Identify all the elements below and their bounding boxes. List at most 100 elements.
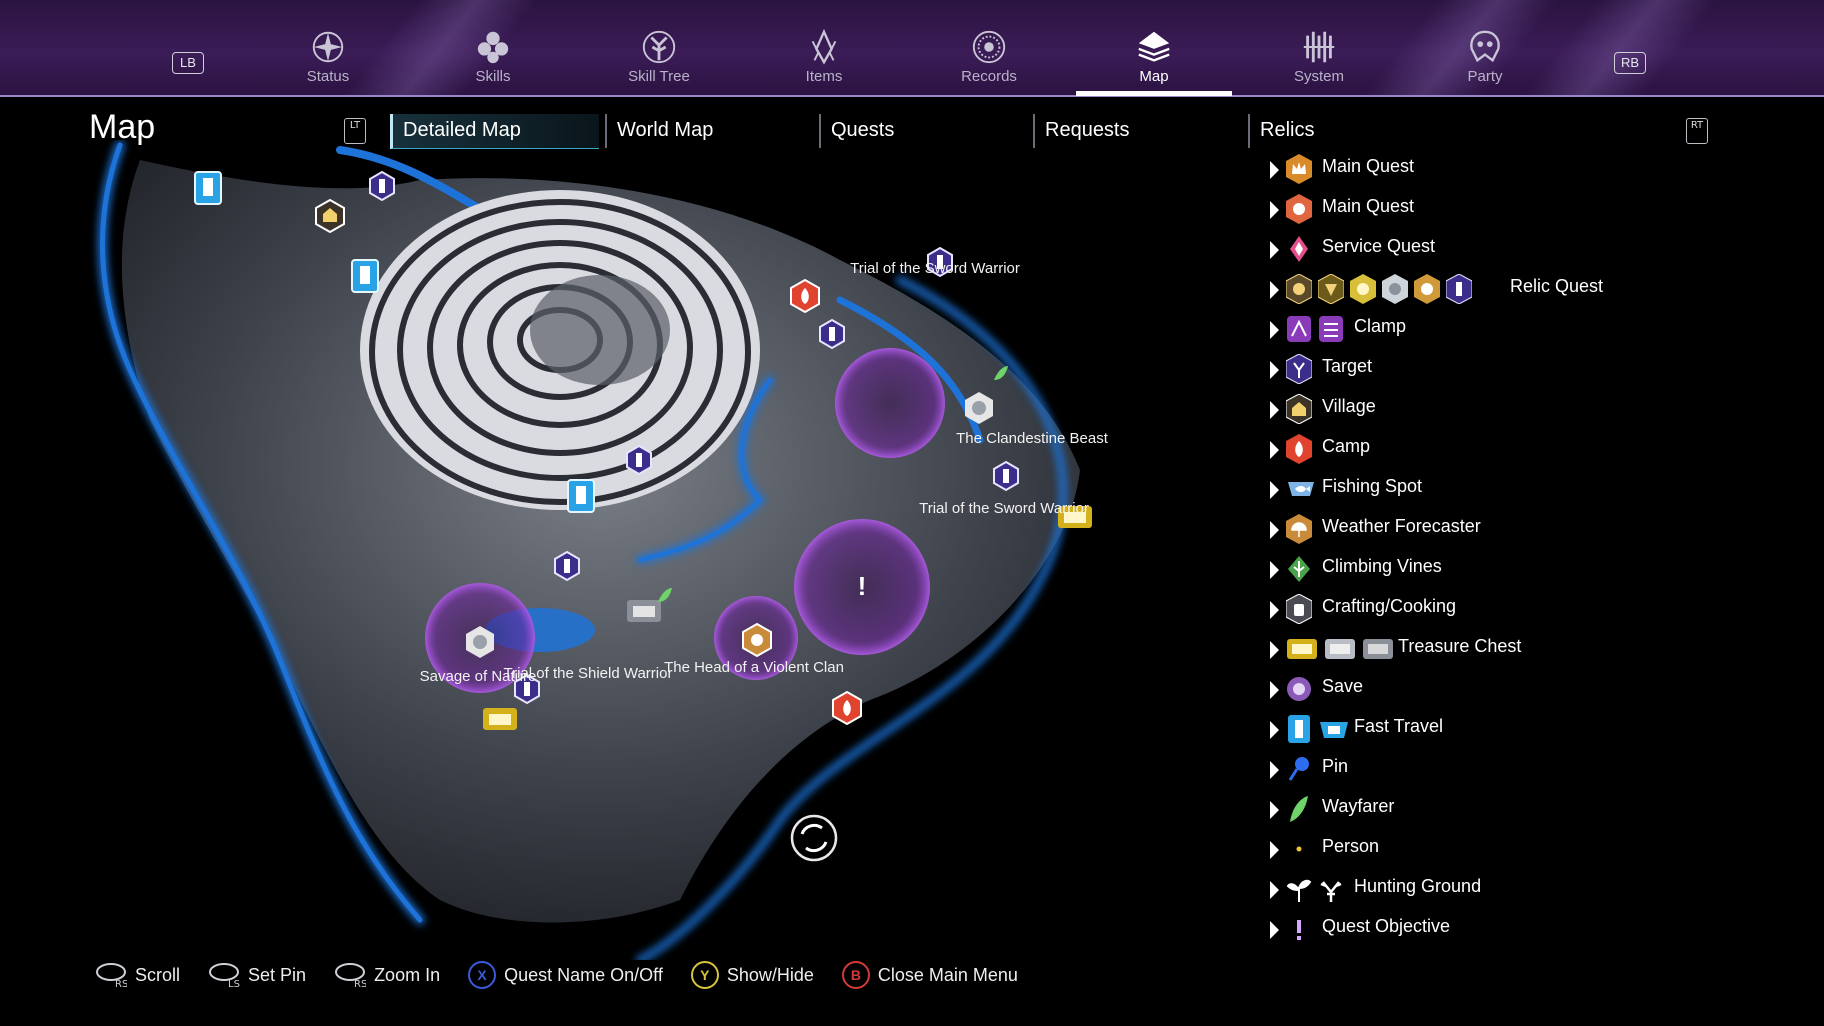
treasure-chest-icon[interactable] bbox=[627, 600, 661, 622]
camp-icon[interactable] bbox=[832, 690, 862, 726]
expand-arrow-icon[interactable] bbox=[1270, 601, 1279, 619]
relic-quest-icon-3 bbox=[1350, 274, 1376, 304]
legend-label: Climbing Vines bbox=[1322, 556, 1442, 576]
quest-zone[interactable] bbox=[835, 348, 945, 458]
main-quest-crown-icon bbox=[1286, 154, 1312, 184]
relic-quest-icon-4 bbox=[1382, 274, 1408, 304]
expand-arrow-icon[interactable] bbox=[1270, 161, 1279, 179]
tab-records[interactable]: Records bbox=[929, 28, 1049, 90]
right-bumper-button[interactable]: RB bbox=[1614, 52, 1646, 74]
help-label-zoom-in: Zoom In bbox=[374, 964, 441, 985]
relic-quest-icon[interactable] bbox=[626, 444, 652, 476]
expand-arrow-icon[interactable] bbox=[1270, 841, 1279, 859]
expand-arrow-icon[interactable] bbox=[1270, 521, 1279, 539]
legend-row-fast-travel[interactable]: Fast Travel bbox=[1270, 712, 1790, 746]
expand-arrow-icon[interactable] bbox=[1270, 801, 1279, 819]
legend-row-clamp[interactable]: Clamp bbox=[1270, 312, 1790, 346]
expand-arrow-icon[interactable] bbox=[1270, 721, 1279, 739]
legend-label: Wayfarer bbox=[1322, 796, 1395, 816]
weather-forecaster-icon[interactable] bbox=[742, 622, 772, 658]
x-button-icon: X bbox=[468, 961, 497, 989]
camp-icon[interactable] bbox=[790, 278, 820, 314]
legend-row-relic-quest[interactable]: Relic Quest bbox=[1270, 272, 1790, 306]
expand-arrow-icon[interactable] bbox=[1270, 401, 1279, 419]
help-label-set-pin: Set Pin bbox=[248, 964, 307, 985]
legend-row-weather-forecaster[interactable]: Weather Forecaster bbox=[1270, 512, 1790, 546]
tab-label: Party bbox=[1467, 68, 1503, 85]
legend-row-village[interactable]: Village bbox=[1270, 392, 1790, 426]
legend-row-crafting-cooking[interactable]: Crafting/Cooking bbox=[1270, 592, 1790, 626]
legend-row-person[interactable]: Person bbox=[1270, 832, 1790, 866]
legend-row-hunting-ground[interactable]: Hunting Ground bbox=[1270, 872, 1790, 906]
climbing-vines-icon bbox=[1288, 556, 1310, 582]
relic-quest-icon[interactable] bbox=[993, 460, 1019, 492]
wayfarer-icon bbox=[1290, 796, 1308, 822]
legend-label: Camp bbox=[1322, 436, 1371, 456]
treasure-chest-icon[interactable] bbox=[483, 708, 517, 730]
expand-arrow-icon[interactable] bbox=[1270, 321, 1279, 339]
tab-skills[interactable]: Skills bbox=[433, 28, 553, 90]
relic-quest-icon-1 bbox=[1286, 274, 1312, 304]
expand-arrow-icon[interactable] bbox=[1270, 241, 1279, 259]
tab-skill-tree[interactable]: Skill Tree bbox=[599, 28, 719, 90]
legend-row-main-quest[interactable]: Main Quest bbox=[1270, 152, 1790, 186]
legend-row-fishing-spot[interactable]: Fishing Spot bbox=[1270, 472, 1790, 506]
legend-row-camp[interactable]: Camp bbox=[1270, 432, 1790, 466]
relic-quest-icon[interactable] bbox=[369, 170, 395, 202]
legend-row-quest-objective[interactable]: Quest Objective bbox=[1270, 912, 1790, 946]
relic-quest-icon[interactable] bbox=[819, 318, 845, 350]
village-icon[interactable] bbox=[315, 198, 345, 234]
quest-objective-marker[interactable]: ! bbox=[858, 571, 867, 601]
map-quest-label: The Head of a Violent Clan bbox=[664, 659, 844, 676]
legend-label: Fishing Spot bbox=[1322, 476, 1423, 496]
village-icon bbox=[1286, 394, 1312, 424]
tab-map[interactable]: Map bbox=[1076, 28, 1232, 96]
legend-label: Main Quest bbox=[1322, 196, 1415, 216]
button-help-bar: RS Scroll LS Set Pin RS Zoom In X Quest … bbox=[95, 960, 1018, 990]
help-label-scroll: Scroll bbox=[135, 964, 181, 985]
tab-system[interactable]: System bbox=[1259, 28, 1379, 90]
fast-travel-icon[interactable] bbox=[567, 479, 595, 513]
detailed-map[interactable]: ! Trial of the Sword Warrior The Clandes… bbox=[80, 140, 1230, 960]
legend-row-pin[interactable]: Pin bbox=[1270, 752, 1790, 786]
hunting-ground-sprout-icon bbox=[1286, 879, 1312, 902]
left-bumper-button[interactable]: LB bbox=[172, 52, 204, 74]
legend-row-main-quest-2[interactable]: Main Quest bbox=[1270, 192, 1790, 226]
tab-items[interactable]: Items bbox=[764, 28, 884, 90]
legend-label: Relic Quest bbox=[1510, 276, 1604, 296]
expand-arrow-icon[interactable] bbox=[1270, 361, 1279, 379]
right-stick-icon: RS bbox=[96, 963, 127, 988]
expand-arrow-icon[interactable] bbox=[1270, 281, 1279, 299]
legend-row-treasure-chest[interactable]: Treasure Chest bbox=[1270, 632, 1790, 666]
expand-arrow-icon[interactable] bbox=[1270, 881, 1279, 899]
expand-arrow-icon[interactable] bbox=[1270, 561, 1279, 579]
relic-quest-icon[interactable] bbox=[554, 550, 580, 582]
legend-row-service-quest[interactable]: Service Quest bbox=[1270, 232, 1790, 266]
legend-label: Service Quest bbox=[1322, 236, 1436, 256]
legend-row-wayfarer[interactable]: Wayfarer bbox=[1270, 792, 1790, 826]
legend-row-target[interactable]: Target bbox=[1270, 352, 1790, 386]
expand-arrow-icon[interactable] bbox=[1270, 201, 1279, 219]
expand-arrow-icon[interactable] bbox=[1270, 761, 1279, 779]
expand-arrow-icon[interactable] bbox=[1270, 681, 1279, 699]
pin-icon bbox=[1288, 757, 1309, 781]
hunting-ground-antler-icon bbox=[1320, 881, 1342, 902]
legend-label: Village bbox=[1322, 396, 1376, 416]
right-trigger-button[interactable]: RT bbox=[1686, 118, 1708, 144]
tab-status[interactable]: Status bbox=[268, 28, 388, 90]
legend-label: Target bbox=[1322, 356, 1373, 376]
expand-arrow-icon[interactable] bbox=[1270, 921, 1279, 939]
expand-arrow-icon[interactable] bbox=[1270, 481, 1279, 499]
fast-travel-icon[interactable] bbox=[194, 171, 222, 205]
legend-row-save[interactable]: Save bbox=[1270, 672, 1790, 706]
treasure-chest-gold-icon bbox=[1287, 639, 1317, 659]
expand-arrow-icon[interactable] bbox=[1270, 641, 1279, 659]
expand-arrow-icon[interactable] bbox=[1270, 441, 1279, 459]
tab-relics[interactable]: Relics bbox=[1248, 114, 1450, 148]
clamp-icon-2 bbox=[1319, 316, 1343, 342]
tab-party[interactable]: Party bbox=[1425, 28, 1545, 90]
fast-travel-icon[interactable] bbox=[351, 259, 379, 293]
legend-row-climbing-vines[interactable]: Climbing Vines bbox=[1270, 552, 1790, 586]
legend-label: Clamp bbox=[1354, 316, 1407, 336]
map-cursor-icon[interactable] bbox=[790, 814, 838, 862]
